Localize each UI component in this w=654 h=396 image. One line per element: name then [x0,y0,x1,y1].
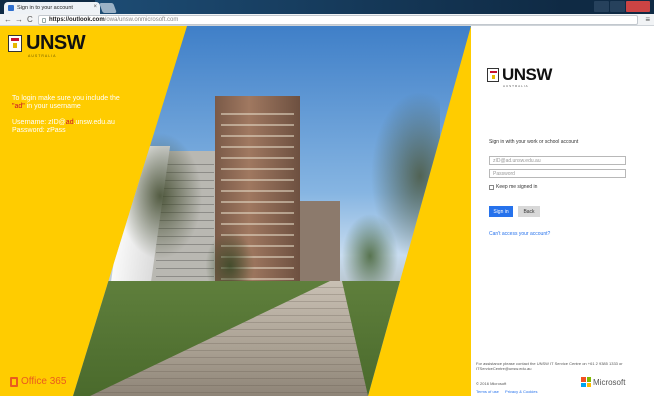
signin-button[interactable]: Sign in [489,206,513,217]
browser-window: Sign in to your account × ← → C https://… [0,0,654,396]
instruction-text: To login make sure you include the "ad" i… [12,95,120,110]
keep-signed-in[interactable]: Keep me signed in [489,184,537,190]
reload-icon[interactable]: C [27,15,33,25]
office365-logo: Office 365 [10,376,66,387]
tab-close-icon[interactable]: × [93,4,97,10]
microsoft-grid-icon [581,377,591,387]
back-button[interactable]: Back [518,206,540,217]
office-icon [10,376,18,387]
footer-links: Terms of use Privacy & Cookies [476,389,543,394]
url-scheme-domain: https://outlook.com [49,17,105,23]
unsw-crest-icon [8,34,22,52]
password-input[interactable] [489,169,626,178]
unsw-logo-subtitle: AUSTRALIA [503,84,529,88]
menu-icon[interactable]: ≡ [645,15,650,24]
tab-title: Sign in to your account [17,5,73,11]
maximize-button[interactable] [610,1,625,12]
unsw-crest-icon [487,67,499,82]
microsoft-label: Microsoft [593,377,626,387]
keep-signed-in-checkbox[interactable] [489,184,494,190]
unsw-logo-subtitle: AUSTRALIA [28,54,57,58]
close-window-button[interactable] [626,1,650,12]
signin-panel: UNSW AUSTRALIA Sign in with your work or… [471,26,654,396]
window-controls [594,1,650,12]
login-instructions: To login make sure you include the "ad" i… [12,95,147,143]
office365-label: Office 365 [21,376,67,387]
privacy-link[interactable]: Privacy & Cookies [505,389,537,394]
keep-signed-in-label: Keep me signed in [496,184,538,190]
back-arrow-icon[interactable]: ← [4,15,12,25]
unsw-logo-left: UNSW AUSTRALIA [8,32,86,58]
terms-link[interactable]: Terms of use [476,389,499,394]
username-input[interactable] [489,156,626,165]
forward-arrow-icon[interactable]: → [15,15,23,25]
microsoft-logo: Microsoft [581,377,625,387]
url-path: /owa/unsw.onmicrosoft.com [104,17,179,23]
minimize-button[interactable] [594,1,609,12]
credentials-hint: Username: zID@ad.unsw.edu.au Password: zP… [12,119,115,134]
browser-tab[interactable]: Sign in to your account × [4,2,100,14]
browser-toolbar: ← → C https://outlook.com/owa/unsw.onmic… [0,14,654,26]
signin-prompt: Sign in with your work or school account [489,139,579,145]
password-hint: Password: zPass [12,127,66,134]
cant-access-link[interactable]: Can't access your account? [489,231,550,237]
unsw-logo-name: UNSW [502,65,552,84]
unsw-logo-name: UNSW [26,32,86,54]
title-bar: Sign in to your account × [0,0,654,14]
tab-favicon-icon [8,5,14,11]
assistance-text: For assistance please contact the UNSW I… [476,361,623,371]
title-bar-band [95,0,565,14]
copyright-text: © 2016 Microsoft [476,381,507,386]
address-bar[interactable]: https://outlook.com/owa/unsw.onmicrosoft… [38,15,638,25]
ad-highlight: "ad" [12,103,25,110]
username-ad-highlight: ad [65,119,74,126]
lock-icon [42,18,46,23]
unsw-logo-right: UNSW AUSTRALIA [487,65,552,88]
